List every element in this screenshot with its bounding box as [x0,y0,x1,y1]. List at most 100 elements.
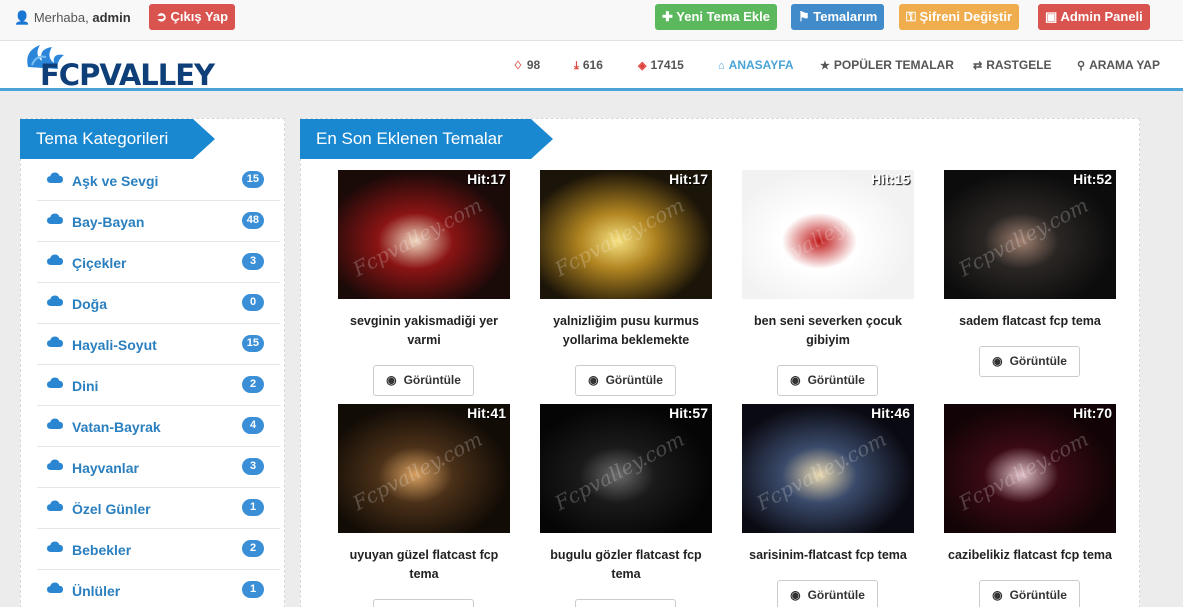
theme-thumbnail[interactable]: Fcpvalley.com Hit:57 [540,404,712,533]
hit-count: Hit:41 [467,405,506,421]
watermark-text: Fcpvalley.com [348,426,487,516]
category-label: Bebekler [72,542,132,558]
theme-title[interactable]: sevginin yakismadiği yer varmi [338,312,510,350]
watermark-text: Fcpvalley.com [348,192,487,282]
theme-thumbnail[interactable]: Fcpvalley.com Hit:52 [944,170,1116,299]
theme-thumbnail[interactable]: Fcpvalley.com Hit:17 [338,170,510,299]
category-item[interactable]: Ünlüler 1 [37,570,280,607]
hit-count: Hit:70 [1073,405,1112,421]
nav-popular[interactable]: ★ POPÜLER TEMALAR [820,58,954,72]
lock-icon: ▣ [1045,9,1058,24]
category-item[interactable]: Bay-Bayan 48 [37,201,280,242]
key-icon: ⚿ [906,9,916,24]
theme-thumbnail[interactable]: Fcpvalley.com Hit:70 [944,404,1116,533]
view-button[interactable]: ◉Görüntüle [979,580,1080,607]
theme-title[interactable]: ben seni severken çocuk gibiyim [742,312,914,350]
username: admin [92,10,131,25]
theme-title[interactable]: yalnizliğim pusu kurmus yollarima bekleme… [540,312,712,350]
hit-count: Hit:17 [467,171,506,187]
category-label: Dini [72,378,99,394]
theme-thumbnail[interactable]: Fcpvalley.com Hit:46 [742,404,914,533]
eye-icon: ◉ [790,373,801,387]
add-theme-button[interactable]: ✚ Yeni Tema Ekle [655,4,777,30]
category-item[interactable]: Dini 2 [37,365,280,406]
hit-count: Hit:15 [871,171,910,187]
watermark-text: Fcpvalley.com [752,426,891,516]
stat-gems: ♢ 98 [513,58,541,72]
theme-thumbnail[interactable]: Fcpvalley.com Hit:41 [338,404,510,533]
category-item[interactable]: Aşk ve Sevgi 15 [37,160,280,201]
nav-home[interactable]: ⌂ ANASAYFA [718,58,794,72]
sign-out-icon: ➲ [156,9,167,24]
theme-title[interactable]: cazibelikiz flatcast fcp tema [944,546,1116,565]
theme-title[interactable]: bugulu gözler flatcast fcp tema [540,546,712,584]
hit-count: Hit:52 [1073,171,1112,187]
latest-themes-panel: En Son Eklenen Temalar Fcpvalley.com Hit:… [300,118,1140,607]
latest-themes-title: En Son Eklenen Temalar [300,119,553,159]
top-bar: 👤 Merhaba, admin ➲ Çıkış Yap ✚ Yeni Tema… [0,0,1183,41]
theme-thumbnail[interactable]: Fcpvalley.com Hit:17 [540,170,712,299]
category-count-badge: 3 [242,458,264,475]
diamond-icon: ♢ [513,60,523,72]
shuffle-icon: ⇄ [973,60,983,72]
site-logo[interactable]: FCPVALLEY [22,41,222,92]
logo-graphic: FCPVALLEY [27,45,217,92]
watermark-text: Fcpvalley.com [550,426,689,516]
category-panel-title: Tema Kategorileri [20,119,215,159]
category-label: Ünlüler [72,583,121,599]
theme-title[interactable]: uyuyan güzel flatcast fcp tema [338,546,510,584]
category-count-badge: 48 [241,212,264,229]
hit-count: Hit:17 [669,171,708,187]
category-label: Doğa [72,296,107,312]
category-item[interactable]: Hayali-Soyut 15 [37,324,280,365]
view-button[interactable]: ◉Görüntüle [979,346,1080,377]
view-button[interactable]: ◉Görüntüle [575,599,676,607]
category-label: Vatan-Bayrak [72,419,161,435]
eye-icon: ◉ [992,354,1003,368]
svg-text:FCPVALLEY: FCPVALLEY [40,58,216,91]
stat-views: ◈ 17415 [638,58,684,72]
cloud-icon [47,254,63,265]
my-themes-button[interactable]: ⚑ Temalarım [791,4,885,30]
category-label: Bay-Bayan [72,214,145,230]
view-button[interactable]: ◉Görüntüle [777,580,878,607]
main-navbar: FCPVALLEY ♢ 98 ⤓ 616 ◈ 17415 ⌂ ANASAYFA ★ POP… [0,41,1183,92]
theme-title[interactable]: sadem flatcast fcp tema [944,312,1116,331]
stat-downloads: ⤓ 616 [574,58,603,72]
category-count-badge: 4 [242,417,264,434]
category-item[interactable]: Hayvanlar 3 [37,447,280,488]
category-count-badge: 15 [241,171,264,188]
nav-search[interactable]: ⚲ ARAMA YAP [1077,58,1160,72]
eye-icon: ◉ [386,373,397,387]
download-icon: ⤓ [574,60,579,72]
category-count-badge: 2 [242,376,264,393]
category-count-badge: 15 [241,335,264,352]
cloud-icon [47,213,63,224]
change-password-button[interactable]: ⚿ Şifreni Değiştir [899,4,1019,30]
eye-icon: ◉ [790,588,801,602]
category-count-badge: 0 [242,294,264,311]
star-icon: ★ [820,60,830,72]
category-item[interactable]: Özel Günler 1 [37,488,280,529]
category-item[interactable]: Doğa 0 [37,283,280,324]
cloud-icon [47,582,63,593]
theme-thumbnail[interactable]: Fcpvalley.com Hit:15 [742,170,914,299]
watermark-text: Fcpvalley.com [954,192,1093,282]
admin-panel-button[interactable]: ▣ Admin Paneli [1038,4,1150,30]
category-item[interactable]: Bebekler 2 [37,529,280,570]
theme-title[interactable]: sarisinim-flatcast fcp tema [742,546,914,565]
category-count-badge: 3 [242,253,264,270]
category-label: Hayvanlar [72,460,139,476]
logout-button[interactable]: ➲ Çıkış Yap [149,4,236,30]
category-item[interactable]: Çiçekler 3 [37,242,280,283]
view-button[interactable]: ◉Görüntüle [575,365,676,396]
nav-random[interactable]: ⇄ RASTGELE [973,58,1052,72]
greeting-text: Merhaba, [33,10,89,25]
view-button[interactable]: ◉Görüntüle [777,365,878,396]
view-button[interactable]: ◉Görüntüle [373,599,474,607]
category-item[interactable]: Vatan-Bayrak 4 [37,406,280,447]
search-icon: ⚲ [1077,60,1086,72]
view-button[interactable]: ◉Görüntüle [373,365,474,396]
cloud-icon [47,418,63,429]
hit-count: Hit:46 [871,405,910,421]
